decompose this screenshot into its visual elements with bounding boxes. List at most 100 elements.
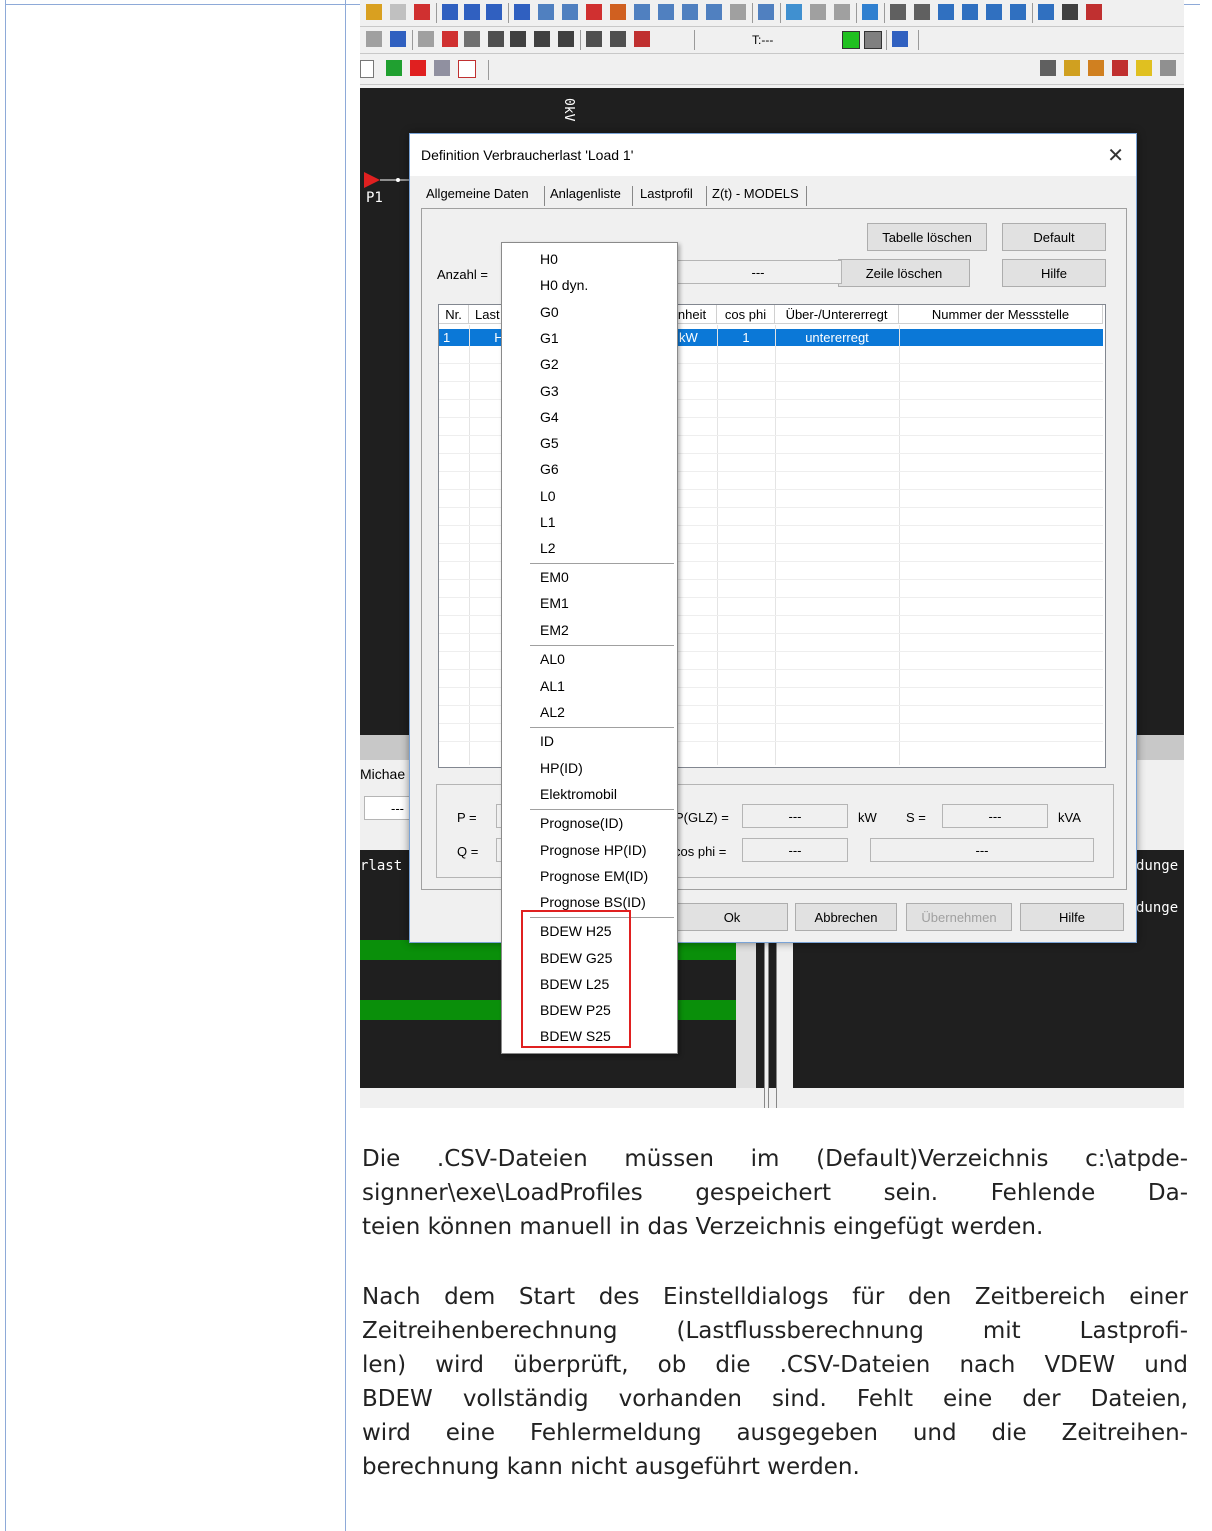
tool-icon[interactable] [442, 31, 458, 47]
tool-icon[interactable] [862, 4, 878, 20]
tool-icon[interactable] [786, 4, 802, 20]
tool-icon[interactable] [586, 4, 602, 20]
dropdown-option-h0[interactable]: H0 [540, 251, 558, 267]
tool-icon[interactable] [558, 31, 574, 47]
tool-icon[interactable] [682, 4, 698, 20]
horizontal-scrollbar-left[interactable] [360, 1088, 740, 1108]
filter-icon[interactable] [1086, 4, 1102, 20]
dropdown-arrow-icon[interactable] [360, 60, 374, 78]
zoom-in-icon[interactable] [938, 4, 954, 20]
tool-icon[interactable] [562, 4, 578, 20]
eraser-icon[interactable] [488, 31, 504, 47]
zoom-out-icon[interactable] [962, 4, 978, 20]
tool-icon[interactable] [730, 4, 746, 20]
tabelle-loeschen-button[interactable]: Tabelle löschen [867, 223, 987, 251]
dropdown-option-g0[interactable]: G0 [540, 304, 559, 320]
dropdown-option-elektromobil[interactable]: Elektromobil [540, 786, 617, 802]
column-header-einheit[interactable]: inheit [675, 305, 717, 324]
dropdown-option-l0[interactable]: L0 [540, 488, 556, 504]
tool-icon[interactable] [442, 4, 458, 20]
tool-icon[interactable] [586, 31, 602, 47]
horizontal-scrollbar-right[interactable] [792, 1088, 1184, 1108]
dropdown-option-h0-dyn[interactable]: H0 dyn. [540, 277, 588, 293]
tool-icon[interactable] [1038, 4, 1054, 20]
tool-icon[interactable] [1160, 60, 1176, 76]
hilfe-button-bottom[interactable]: Hilfe [1020, 903, 1124, 931]
tool-icon[interactable] [486, 4, 502, 20]
column-header-last[interactable]: Last [469, 305, 505, 324]
dropdown-option-prognose-bs-id[interactable]: Prognose BS(ID) [540, 894, 646, 910]
tool-icon[interactable] [390, 4, 406, 20]
column-header-messstelle[interactable]: Nummer der Messstelle [899, 305, 1103, 324]
tool-icon[interactable] [892, 31, 908, 47]
tool-icon[interactable] [366, 4, 382, 20]
close-icon[interactable] [634, 31, 650, 47]
dropdown-option-g5[interactable]: G5 [540, 435, 559, 451]
zeile-loeschen-button[interactable]: Zeile löschen [838, 259, 970, 287]
tool-icon[interactable] [1040, 60, 1056, 76]
tab-anlagenliste[interactable]: Anlagenliste [550, 186, 621, 201]
tool-icon[interactable] [414, 4, 430, 20]
dropdown-option-em2[interactable]: EM2 [540, 622, 569, 638]
hilfe-button-top[interactable]: Hilfe [1002, 259, 1106, 287]
binoculars-icon[interactable] [1062, 4, 1078, 20]
tab-zt-models[interactable]: Z(t) - MODELS [712, 186, 799, 201]
close-icon[interactable]: ✕ [1107, 143, 1124, 167]
tool-icon[interactable] [538, 4, 554, 20]
tool-icon[interactable] [658, 4, 674, 20]
tool-icon[interactable] [634, 4, 650, 20]
dropdown-option-al2[interactable]: AL2 [540, 704, 565, 720]
tool-icon[interactable] [534, 31, 550, 47]
dropdown-option-al1[interactable]: AL1 [540, 678, 565, 694]
tool-icon[interactable] [890, 4, 906, 20]
dropdown-option-l2[interactable]: L2 [540, 540, 556, 556]
dropdown-option-g4[interactable]: G4 [540, 409, 559, 425]
forward-icon[interactable] [434, 60, 450, 76]
column-header-nr[interactable]: Nr. [439, 305, 469, 324]
abbrechen-button[interactable]: Abbrechen [795, 903, 897, 931]
tool-icon[interactable] [914, 4, 930, 20]
ok-button[interactable]: Ok [676, 903, 788, 931]
column-header-cos-phi[interactable]: cos phi [717, 305, 775, 324]
tool-icon[interactable] [510, 31, 526, 47]
tool-icon[interactable] [366, 31, 382, 47]
dropdown-option-l1[interactable]: L1 [540, 514, 556, 530]
lock-icon[interactable] [464, 31, 480, 47]
tool-icon[interactable] [810, 4, 826, 20]
run-icon[interactable] [386, 60, 402, 76]
tool-icon[interactable] [834, 4, 850, 20]
tool-icon[interactable] [1088, 60, 1104, 76]
color-swatch-green[interactable] [842, 31, 860, 49]
tool-icon[interactable] [610, 31, 626, 47]
tool-icon[interactable] [1010, 4, 1026, 20]
zoom-icon[interactable] [986, 4, 1002, 20]
dropdown-option-em1[interactable]: EM1 [540, 595, 569, 611]
tool-icon[interactable] [706, 4, 722, 20]
tool-icon[interactable] [758, 4, 774, 20]
uebernehmen-button[interactable]: Übernehmen [906, 903, 1012, 931]
dropdown-option-hp-id[interactable]: HP(ID) [540, 760, 583, 776]
color-swatch-gray[interactable] [864, 31, 882, 49]
dropdown-option-g2[interactable]: G2 [540, 356, 559, 372]
tool-icon[interactable] [514, 4, 530, 20]
dropdown-option-prognose-em-id[interactable]: Prognose EM(ID) [540, 868, 648, 884]
dropdown-option-g1[interactable]: G1 [540, 330, 559, 346]
tool-icon[interactable] [1136, 60, 1152, 76]
tool-icon[interactable] [610, 4, 626, 20]
tool-icon[interactable] [464, 4, 480, 20]
dropdown-option-al0[interactable]: AL0 [540, 651, 565, 667]
dropdown-option-em0[interactable]: EM0 [540, 569, 569, 585]
dropdown-option-prognose-id[interactable]: Prognose(ID) [540, 815, 623, 831]
tool-icon[interactable] [1112, 60, 1128, 76]
tool-icon[interactable] [1064, 60, 1080, 76]
dropdown-option-g6[interactable]: G6 [540, 461, 559, 477]
tool-icon[interactable] [418, 31, 434, 47]
dropdown-option-g3[interactable]: G3 [540, 383, 559, 399]
dropdown-option-id[interactable]: ID [540, 733, 554, 749]
dropdown-option-prognose-hp-id[interactable]: Prognose HP(ID) [540, 842, 647, 858]
default-button[interactable]: Default [1002, 223, 1106, 251]
tab-allgemeine-daten[interactable]: Allgemeine Daten [426, 186, 529, 201]
clear-icon[interactable] [458, 60, 476, 78]
tool-icon[interactable] [390, 31, 406, 47]
close-icon[interactable] [410, 60, 426, 76]
